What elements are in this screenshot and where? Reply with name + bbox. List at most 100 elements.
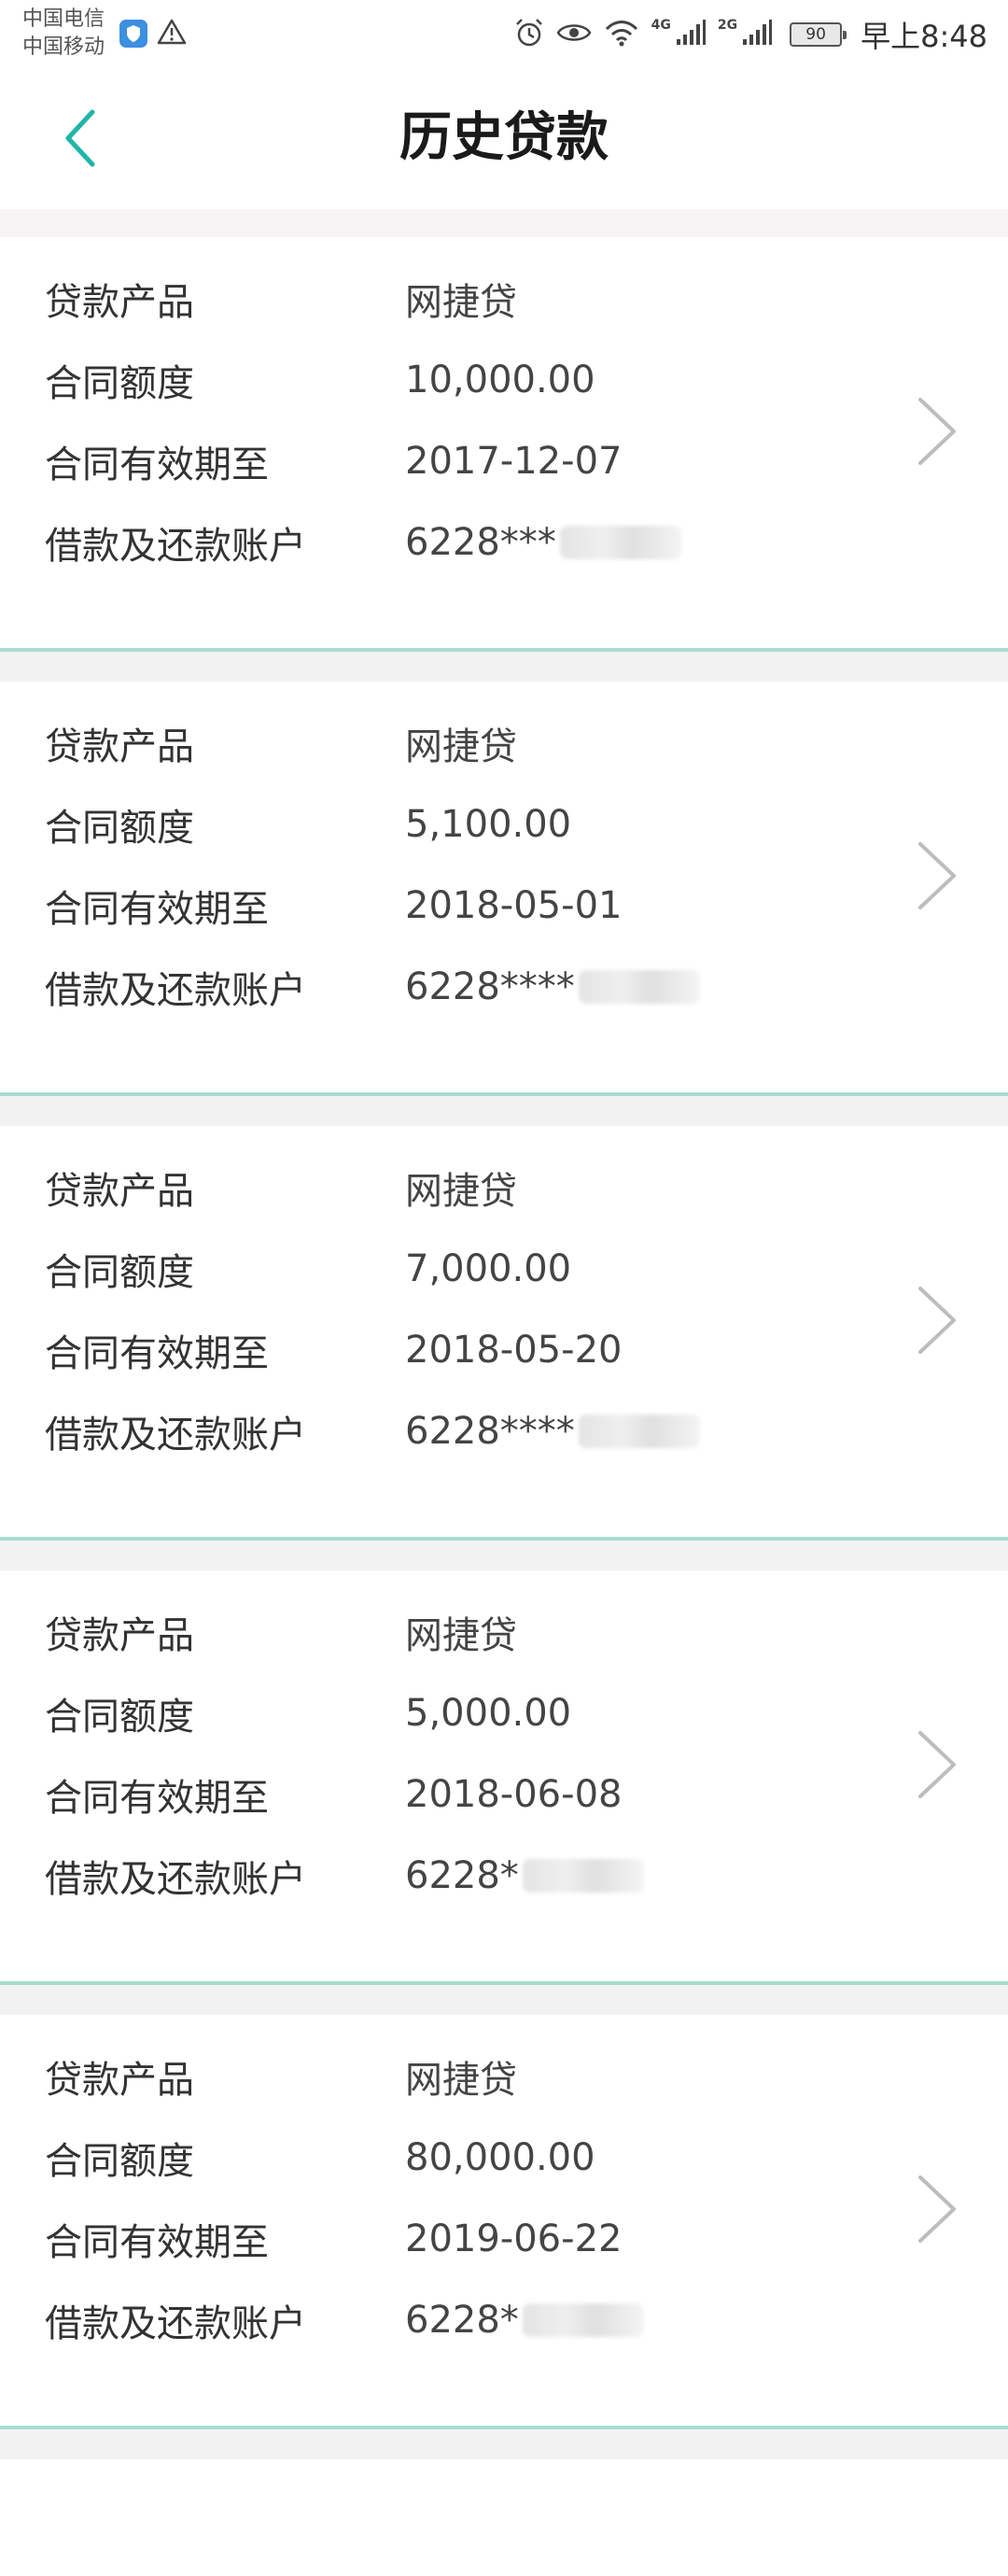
contract-amount-value: 5,000.00 [405,1692,572,1735]
loan-product-label: 贷款产品 [45,725,194,768]
carrier-2: 中国移动 [22,35,105,59]
masked-account-blur [578,970,700,1004]
warning-icon [157,19,187,49]
account-label: 借款及还款账户 [45,1414,306,1457]
contract-amount-row: 合同额度 5,100.00 [45,796,571,852]
contract-amount-row: 合同额度 7,000.00 [45,1241,571,1297]
contract-expiry-label: 合同有效期至 [45,1777,269,1820]
account-label: 借款及还款账户 [45,1858,306,1901]
loan-card[interactable]: 贷款产品 网捷贷 合同额度 7,000.00 合同有效期至 2018-05-20… [0,1126,1008,1537]
account-row: 借款及还款账户 6228*** [45,514,681,570]
nav-header: 历史贷款 [0,69,1008,209]
carrier-1: 中国电信 [22,7,105,31]
battery-icon: 90 [790,22,847,47]
chevron-right-icon [918,398,956,465]
contract-expiry-value: 2017-12-07 [405,440,623,483]
account-row: 借款及还款账户 6228* [45,2292,644,2348]
account-label: 借款及还款账户 [45,525,306,568]
chevron-right-icon [918,842,956,909]
contract-amount-value: 10,000.00 [405,359,595,401]
account-label: 借款及还款账户 [45,969,306,1012]
clock: 早上8:48 [861,19,987,54]
contract-expiry-row: 合同有效期至 2019-06-22 [45,2211,622,2267]
loan-product-value: 网捷贷 [405,1170,517,1213]
card-gap [0,1541,1008,1570]
card-gap [0,1096,1008,1126]
card-gap [0,652,1008,682]
loan-card[interactable]: 贷款产品 网捷贷 合同额度 5,100.00 合同有效期至 2018-05-01… [0,682,1008,1092]
contract-amount-label: 合同额度 [45,362,194,405]
contract-amount-value: 7,000.00 [405,1247,572,1290]
chevron-right-icon [918,1731,956,1798]
contract-amount-value: 80,000.00 [405,2136,595,2179]
loan-product-row: 贷款产品 网捷贷 [45,715,517,771]
loan-list: 贷款产品 网捷贷 合同额度 10,000.00 合同有效期至 2017-12-0… [0,237,1008,2459]
account-value: 6228* [405,1854,519,1897]
masked-account-blur [578,1415,700,1448]
chevron-right-icon [918,2175,956,2243]
contract-expiry-row: 合同有效期至 2018-06-08 [45,1767,622,1823]
header-divider [0,209,1008,237]
contract-expiry-row: 合同有效期至 2018-05-01 [45,878,622,934]
network-type-1: 4G [651,18,671,33]
contract-amount-label: 合同额度 [45,2140,194,2183]
contract-expiry-row: 合同有效期至 2018-05-20 [45,1322,622,1378]
contract-expiry-value: 2018-05-01 [405,884,623,927]
contract-expiry-label: 合同有效期至 [45,888,269,931]
loan-card[interactable]: 贷款产品 网捷贷 合同额度 80,000.00 合同有效期至 2019-06-2… [0,2015,1008,2426]
account-value: 6228**** [405,1410,575,1453]
loan-product-row: 贷款产品 网捷贷 [45,2048,517,2104]
signal-icon [741,19,773,50]
loan-product-value: 网捷贷 [405,281,517,324]
loan-product-label: 贷款产品 [45,281,194,324]
alarm-icon [513,17,545,52]
card-gap [0,2429,1008,2459]
loan-product-label: 贷款产品 [45,2059,194,2102]
contract-amount-value: 5,100.00 [405,803,572,846]
card-gap [0,1985,1008,2015]
chevron-right-icon [918,1287,956,1354]
account-row: 借款及还款账户 6228**** [45,1403,700,1459]
loan-product-label: 贷款产品 [45,1170,194,1213]
network-type-2: 2G [717,18,738,33]
masked-account-blur [522,2303,644,2337]
notification-icons [119,19,187,49]
loan-card[interactable]: 贷款产品 网捷贷 合同额度 5,000.00 合同有效期至 2018-06-08… [0,1570,1008,1981]
contract-amount-label: 合同额度 [45,1696,194,1738]
loan-product-value: 网捷贷 [405,1614,517,1657]
eye-comfort-icon [556,20,592,49]
contract-amount-row: 合同额度 10,000.00 [45,352,595,408]
contract-expiry-value: 2019-06-22 [405,2217,623,2260]
loan-product-row: 贷款产品 网捷贷 [45,271,517,327]
contract-expiry-label: 合同有效期至 [45,443,269,486]
wifi-icon [603,18,640,51]
account-row: 借款及还款账户 6228* [45,1848,644,1904]
contract-amount-row: 合同额度 5,000.00 [45,1685,571,1741]
loan-product-value: 网捷贷 [405,725,517,768]
account-label: 借款及还款账户 [45,2302,306,2345]
loan-product-row: 贷款产品 网捷贷 [45,1604,517,1660]
account-value: 6228* [405,2299,519,2342]
contract-amount-label: 合同额度 [45,1251,194,1294]
loan-product-value: 网捷贷 [405,2059,517,2102]
loan-product-row: 贷款产品 网捷贷 [45,1160,517,1216]
status-bar: 中国电信 中国移动 4G 2G 90 早上8:48 [0,0,1008,69]
contract-expiry-label: 合同有效期至 [45,1332,269,1375]
status-right-icons: 4G 2G 90 早上8:48 [513,13,987,56]
signal-icon [675,19,707,50]
contract-amount-row: 合同额度 80,000.00 [45,2130,595,2186]
contract-amount-label: 合同额度 [45,807,194,850]
masked-account-blur [522,1859,644,1893]
account-row: 借款及还款账户 6228**** [45,959,700,1015]
contract-expiry-value: 2018-06-08 [405,1773,623,1816]
page-title: 历史贷款 [399,107,609,168]
contract-expiry-row: 合同有效期至 2017-12-07 [45,433,622,489]
account-value: 6228*** [405,521,556,564]
security-shield-icon [119,20,147,48]
loan-card[interactable]: 贷款产品 网捷贷 合同额度 10,000.00 合同有效期至 2017-12-0… [0,237,1008,648]
contract-expiry-value: 2018-05-20 [405,1329,623,1372]
contract-expiry-label: 合同有效期至 [45,2221,269,2264]
carrier-info: 中国电信 中国移动 [22,6,105,62]
loan-product-label: 贷款产品 [45,1614,194,1657]
account-value: 6228**** [405,965,575,1008]
